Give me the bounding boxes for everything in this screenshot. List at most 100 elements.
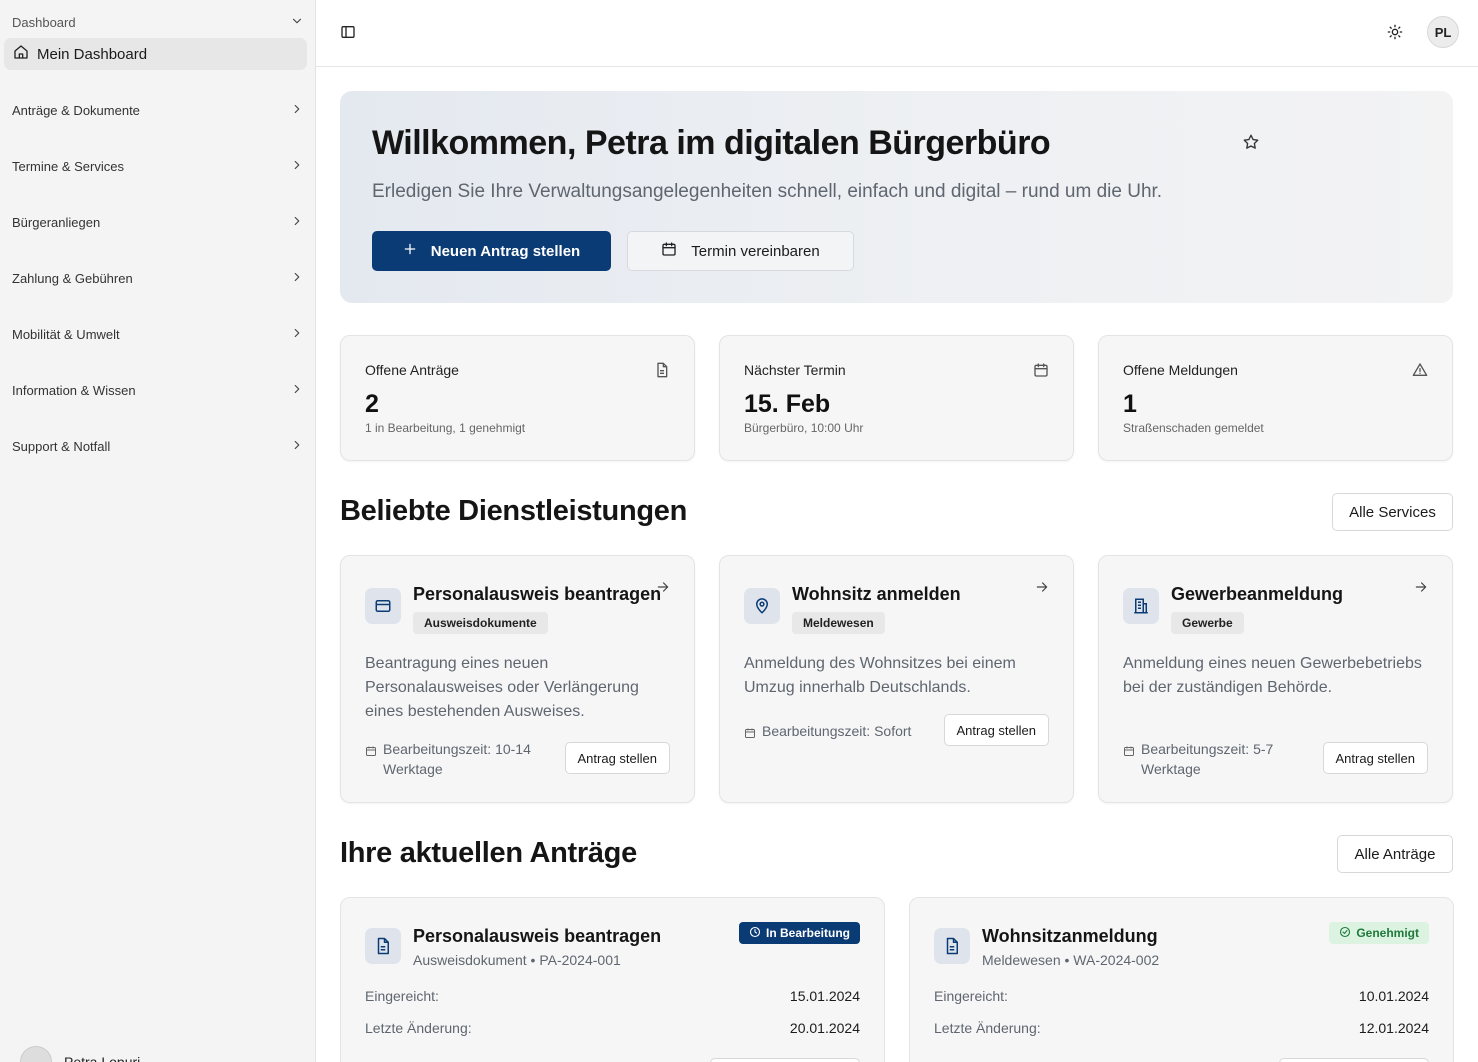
processing-time: Bearbeitungszeit: Sofort <box>744 721 932 744</box>
stat-card-next-appointment: Nächster Termin 15. Feb Bürgerbüro, 10:0… <box>719 335 1074 461</box>
service-name: Gewerbeanmeldung <box>1171 584 1344 604</box>
services-heading: Beliebte Dienstleistungen <box>340 495 688 527</box>
book-appointment-button[interactable]: Termin vereinbaren <box>627 231 854 271</box>
changed-label: Letzte Änderung: <box>365 1020 472 1036</box>
all-services-button[interactable]: Alle Services <box>1332 493 1453 531</box>
calendar-icon <box>1123 742 1135 762</box>
calendar-icon <box>744 724 756 744</box>
calendar-icon <box>365 742 377 762</box>
stat-label: Nächster Termin <box>744 362 846 378</box>
sidebar-item-information[interactable]: Information & Wissen <box>12 380 304 400</box>
sidebar-item-label: Bürgeranliegen <box>12 214 101 230</box>
application-meta: Ausweisdokument • PA-2024-001 <box>413 952 621 968</box>
arrow-right-icon[interactable] <box>656 580 670 594</box>
stat-subtext: Bürgerbüro, 10:00 Uhr <box>744 421 864 435</box>
application-card-personalausweis[interactable]: Personalausweis beantragen Ausweisdokume… <box>340 897 885 1062</box>
sidebar-item-zahlung[interactable]: Zahlung & Gebühren <box>12 268 304 288</box>
sidebar-item-mein-dashboard[interactable]: Mein Dashboard <box>4 38 307 70</box>
sidebar-item-label: Support & Notfall <box>12 438 111 454</box>
warning-icon <box>1412 362 1428 378</box>
stat-value: 15. Feb <box>744 390 831 418</box>
submitted-row: Eingereicht: 10.01.2024 <box>934 988 1429 1004</box>
apply-button[interactable]: Antrag stellen <box>564 742 670 774</box>
details-button[interactable] <box>1279 1058 1429 1062</box>
document-icon <box>934 928 970 964</box>
sidebar: Dashboard Mein Dashboard Anträge & Dokum… <box>0 0 316 1062</box>
clock-icon <box>749 926 761 941</box>
service-card-wohnsitz[interactable]: Wohnsitz anmelden Meldewesen Anmeldung d… <box>719 555 1074 803</box>
applications-heading: Ihre aktuellen Anträge <box>340 837 637 869</box>
arrow-right-icon[interactable] <box>1414 580 1428 594</box>
submitted-row: Eingereicht: 15.01.2024 <box>365 988 860 1004</box>
sidebar-item-antraege[interactable]: Anträge & Dokumente <box>12 100 304 120</box>
chevron-right-icon <box>290 214 304 231</box>
stat-value: 2 <box>365 390 379 418</box>
application-name: Personalausweis beantragen <box>413 926 662 946</box>
application-id: PA-2024-001 <box>539 952 621 968</box>
details-button[interactable] <box>710 1058 860 1062</box>
map-pin-icon <box>744 588 780 624</box>
submitted-label: Eingereicht: <box>934 988 1008 1004</box>
application-id: WA-2024-002 <box>1073 952 1160 968</box>
service-tag: Gewerbe <box>1171 612 1244 634</box>
stat-label: Offene Meldungen <box>1123 362 1238 378</box>
application-category: Meldewesen <box>982 952 1061 968</box>
apply-button[interactable]: Antrag stellen <box>1322 742 1428 774</box>
application-category: Ausweisdokument <box>413 952 527 968</box>
status-text: Genehmigt <box>1356 926 1419 940</box>
sidebar-item-label: Anträge & Dokumente <box>12 102 140 118</box>
star-icon[interactable] <box>1242 133 1260 151</box>
apply-button[interactable]: Antrag stellen <box>943 714 1049 746</box>
stat-label: Offene Anträge <box>365 362 459 378</box>
application-name: Wohnsitzanmeldung <box>982 926 1158 946</box>
application-meta: Meldewesen • WA-2024-002 <box>982 952 1160 968</box>
processing-time-text: Bearbeitungszeit: 5-7 Werktage <box>1141 741 1274 777</box>
service-description: Anmeldung eines neuen Gewerbebetriebs be… <box>1123 655 1422 696</box>
building-icon <box>1123 588 1159 624</box>
service-card-gewerbe[interactable]: Gewerbeanmeldung Gewerbe Anmeldung eines… <box>1098 555 1453 803</box>
sidebar-group-dashboard[interactable]: Dashboard <box>12 13 304 31</box>
button-label: Neuen Antrag stellen <box>430 242 581 260</box>
sidebar-item-mobilitaet[interactable]: Mobilität & Umwelt <box>12 324 304 344</box>
sidebar-item-support[interactable]: Support & Notfall <box>12 436 304 456</box>
sun-icon[interactable] <box>1385 22 1405 42</box>
new-application-button[interactable]: Neuen Antrag stellen <box>372 231 611 271</box>
service-card-personalausweis[interactable]: Personalausweis beantragen Ausweisdokume… <box>340 555 695 803</box>
processing-time-text: Bearbeitungszeit: 10-14 Werktage <box>383 741 531 777</box>
service-tag: Ausweisdokumente <box>413 612 548 634</box>
topbar: PL <box>316 0 1478 67</box>
home-icon <box>13 44 29 64</box>
calendar-icon <box>661 241 677 261</box>
chevron-right-icon <box>290 438 304 455</box>
stat-card-open-applications: Offene Anträge 2 1 in Bearbeitung, 1 gen… <box>340 335 695 461</box>
processing-time-text: Bearbeitungszeit: Sofort <box>762 723 912 739</box>
sidebar-group-label: Dashboard <box>12 14 76 30</box>
application-card-wohnsitz[interactable]: Wohnsitzanmeldung Meldewesen • WA-2024-0… <box>909 897 1454 1062</box>
sidebar-toggle-icon[interactable] <box>338 22 358 42</box>
welcome-hero: Willkommen, Petra im digitalen Bürgerbür… <box>340 91 1453 303</box>
chevron-right-icon <box>290 270 304 287</box>
submitted-date: 10.01.2024 <box>1358 988 1429 1004</box>
user-name: Petra Lopuri <box>64 1054 141 1062</box>
sidebar-item-buergeranliegen[interactable]: Bürgeranliegen <box>12 212 304 232</box>
stat-value: 1 <box>1123 390 1137 418</box>
service-description: Anmeldung des Wohnsitzes bei einem Umzug… <box>744 655 1016 696</box>
stat-subtext: Straßenschaden gemeldet <box>1123 421 1264 435</box>
button-label: Termin vereinbaren <box>691 242 820 260</box>
service-tag: Meldewesen <box>792 612 885 634</box>
changed-label: Letzte Änderung: <box>934 1020 1041 1036</box>
sidebar-item-termine[interactable]: Termine & Services <box>12 156 304 176</box>
id-card-icon <box>365 588 401 624</box>
arrow-right-icon[interactable] <box>1035 580 1049 594</box>
stat-subtext: 1 in Bearbeitung, 1 genehmigt <box>365 421 526 435</box>
hero-subtitle: Erledigen Sie Ihre Verwaltungsangelegenh… <box>372 181 1163 202</box>
changed-row: Letzte Änderung: 12.01.2024 <box>934 1020 1429 1036</box>
all-applications-button[interactable]: Alle Anträge <box>1337 835 1453 873</box>
sidebar-user[interactable]: Petra Lopuri <box>20 1046 310 1062</box>
sidebar-item-label: Zahlung & Gebühren <box>12 270 133 286</box>
user-avatar[interactable]: PL <box>1427 16 1459 48</box>
chevron-right-icon <box>290 326 304 343</box>
stat-card-open-reports: Offene Meldungen 1 Straßenschaden gemeld… <box>1098 335 1453 461</box>
processing-time: Bearbeitungszeit: 10-14 Werktage <box>365 739 553 779</box>
sidebar-item-label: Mein Dashboard <box>37 45 148 63</box>
